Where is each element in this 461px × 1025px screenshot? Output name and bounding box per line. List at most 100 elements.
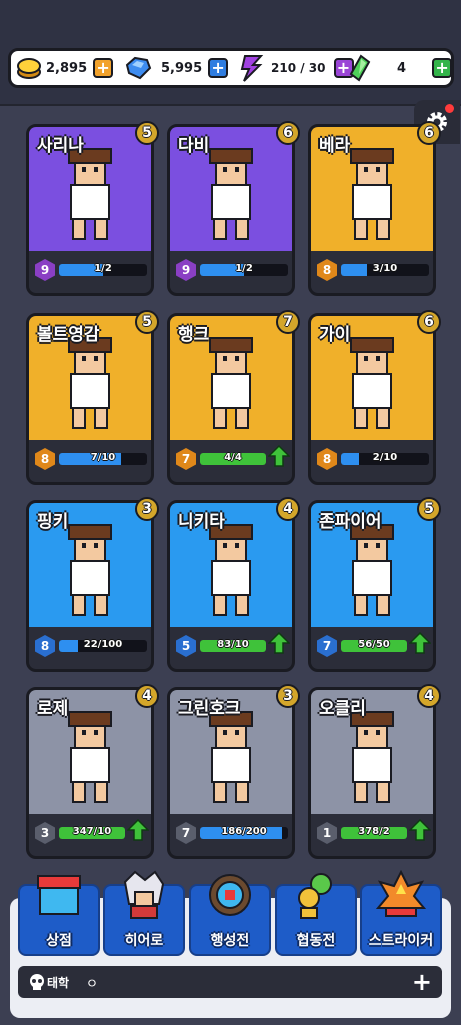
hero-name: 볼트영감 — [37, 325, 100, 345]
hero-card-footer: 7 56/50 — [311, 627, 433, 669]
hero-card[interactable]: 그린호크 3 7 186/200 — [167, 684, 300, 859]
nav-tab-label: 스트라이커 — [368, 933, 434, 949]
chat-expand-plus-icon[interactable]: + — [412, 968, 432, 996]
skull-icon — [30, 974, 44, 990]
hero-card[interactable]: 볼트영감 5 8 7/10 — [26, 310, 159, 485]
hero-level-badge: 9 — [35, 259, 55, 281]
hero-name: 오클리 — [319, 699, 366, 719]
star-rank-badge: 4 — [276, 497, 300, 521]
hero-level-badge: 8 — [317, 259, 337, 281]
striker-icon — [375, 869, 427, 920]
hero-card-footer: 8 7/10 — [29, 440, 151, 482]
nav-tab[interactable]: 협동전 — [275, 873, 359, 956]
hero-level-badge: 8 — [317, 448, 337, 470]
gem-add-button[interactable]: + — [208, 58, 229, 78]
shard-progress-text: 1/2 — [94, 263, 112, 274]
hero-card-footer: 9 1/2 — [29, 251, 151, 293]
hero-card[interactable]: 다비 6 9 1/2 — [167, 121, 300, 296]
hero-card[interactable]: 행크 7 7 4/4 — [167, 310, 300, 485]
hero-card[interactable]: 로제 4 3 347/10 — [26, 684, 159, 859]
upgrade-arrow-icon[interactable] — [267, 631, 291, 654]
hero-level-badge: 7 — [317, 635, 337, 657]
shard-progress-text: 378/2 — [358, 826, 390, 837]
upgrade-arrow-icon[interactable] — [408, 818, 432, 841]
star-rank-badge: 5 — [135, 121, 159, 145]
shard-progress-text: 347/10 — [72, 826, 112, 837]
hero-name: 가이 — [319, 325, 351, 345]
star-rank-badge: 4 — [135, 684, 159, 708]
star-rank-badge: 4 — [417, 684, 441, 708]
star-rank-badge: 3 — [135, 497, 159, 521]
shard-progress-text: 4/4 — [224, 452, 242, 463]
hero-level-badge: 7 — [176, 448, 196, 470]
nav-tab-label: 행성전 — [210, 933, 250, 949]
upgrade-arrow-icon[interactable] — [267, 444, 291, 467]
shard-progress-text: 2/10 — [372, 452, 398, 463]
nav-tab-label: 상점 — [46, 933, 72, 949]
hero-level-badge: 7 — [176, 822, 196, 844]
star-rank-badge: 6 — [417, 121, 441, 145]
star-rank-badge: 6 — [276, 121, 300, 145]
gold-value: 2,895 — [46, 60, 88, 76]
star-rank-badge: 7 — [276, 310, 300, 334]
hero-level-badge: 1 — [317, 822, 337, 844]
nav-tab[interactable]: 히어로 — [103, 870, 187, 956]
hero-card[interactable]: 오클리 4 1 378/2 — [308, 684, 441, 859]
hero-level-badge: 3 — [35, 822, 55, 844]
hero-icon — [119, 870, 169, 920]
hero-level-badge: 5 — [176, 635, 196, 657]
hero-card-footer: 5 83/10 — [170, 627, 292, 669]
gem-value: 5,995 — [161, 60, 203, 76]
star-rank-badge: 6 — [417, 310, 441, 334]
chat-bar[interactable]: 태학 ㅇ + — [18, 966, 442, 998]
green-crystal-icon — [349, 54, 371, 82]
upgrade-arrow-icon[interactable] — [126, 818, 150, 841]
coop-icon — [291, 870, 341, 920]
hero-card-footer: 7 4/4 — [170, 440, 292, 482]
shard-progress-text: 186/200 — [221, 826, 267, 837]
gold-add-button[interactable]: + — [93, 58, 114, 78]
hero-name: 핑키 — [37, 512, 69, 532]
upgrade-arrow-icon[interactable] — [408, 631, 432, 654]
hero-name: 행크 — [178, 325, 210, 345]
shard-progress-text: 22/100 — [83, 639, 123, 650]
nav-tab-label: 협동전 — [296, 933, 336, 949]
gold-coin-icon — [17, 58, 41, 79]
hero-card[interactable]: 핑키 3 8 22/100 — [26, 497, 159, 672]
hero-name: 니키타 — [178, 512, 225, 532]
nav-tab[interactable]: 상점 — [18, 875, 102, 956]
green-value: 4 — [397, 60, 407, 76]
hero-card-footer: 8 3/10 — [311, 251, 433, 293]
hero-card[interactable]: 사리나 5 9 1/2 — [26, 121, 159, 296]
hero-card-footer: 9 1/2 — [170, 251, 292, 293]
shop-icon — [34, 870, 84, 920]
hero-card-footer: 1 378/2 — [311, 814, 433, 856]
resource-bar: 2,895 + 5,995 + 210 / 30 + 4 + — [8, 48, 454, 88]
energy-value: 210 / 30 — [271, 61, 326, 75]
hero-name: 다비 — [178, 136, 210, 156]
nav-tab[interactable]: 행성전 — [189, 874, 273, 956]
green-resource: 4 + — [347, 54, 453, 82]
hero-name: 사리나 — [37, 136, 84, 156]
hero-card-footer: 7 186/200 — [170, 814, 292, 856]
hero-card-footer: 3 347/10 — [29, 814, 151, 856]
shard-progress-text: 3/10 — [372, 263, 398, 274]
hero-card[interactable]: 니키타 4 5 83/10 — [167, 497, 300, 672]
planet-icon — [205, 870, 255, 920]
star-rank-badge: 5 — [417, 497, 441, 521]
hero-card-footer: 8 2/10 — [311, 440, 433, 482]
notification-dot — [445, 104, 454, 113]
shard-progress-text: 83/10 — [217, 639, 249, 650]
gold-resource: 2,895 + — [15, 55, 114, 81]
hero-card[interactable]: 존파이어 5 7 56/50 — [308, 497, 441, 672]
hero-card[interactable]: 베라 6 8 3/10 — [308, 121, 441, 296]
hero-name: 베라 — [319, 136, 351, 156]
hero-card[interactable]: 가이 6 8 2/10 — [308, 310, 441, 485]
hero-name: 로제 — [37, 699, 69, 719]
hero-card-footer: 8 22/100 — [29, 627, 151, 669]
chat-username: 태학 — [47, 976, 70, 990]
nav-tab[interactable]: 스트라이커 — [360, 869, 444, 956]
blue-gem-icon — [125, 56, 152, 80]
green-add-button[interactable]: + — [432, 58, 453, 78]
shard-progress-text: 1/2 — [235, 263, 253, 274]
